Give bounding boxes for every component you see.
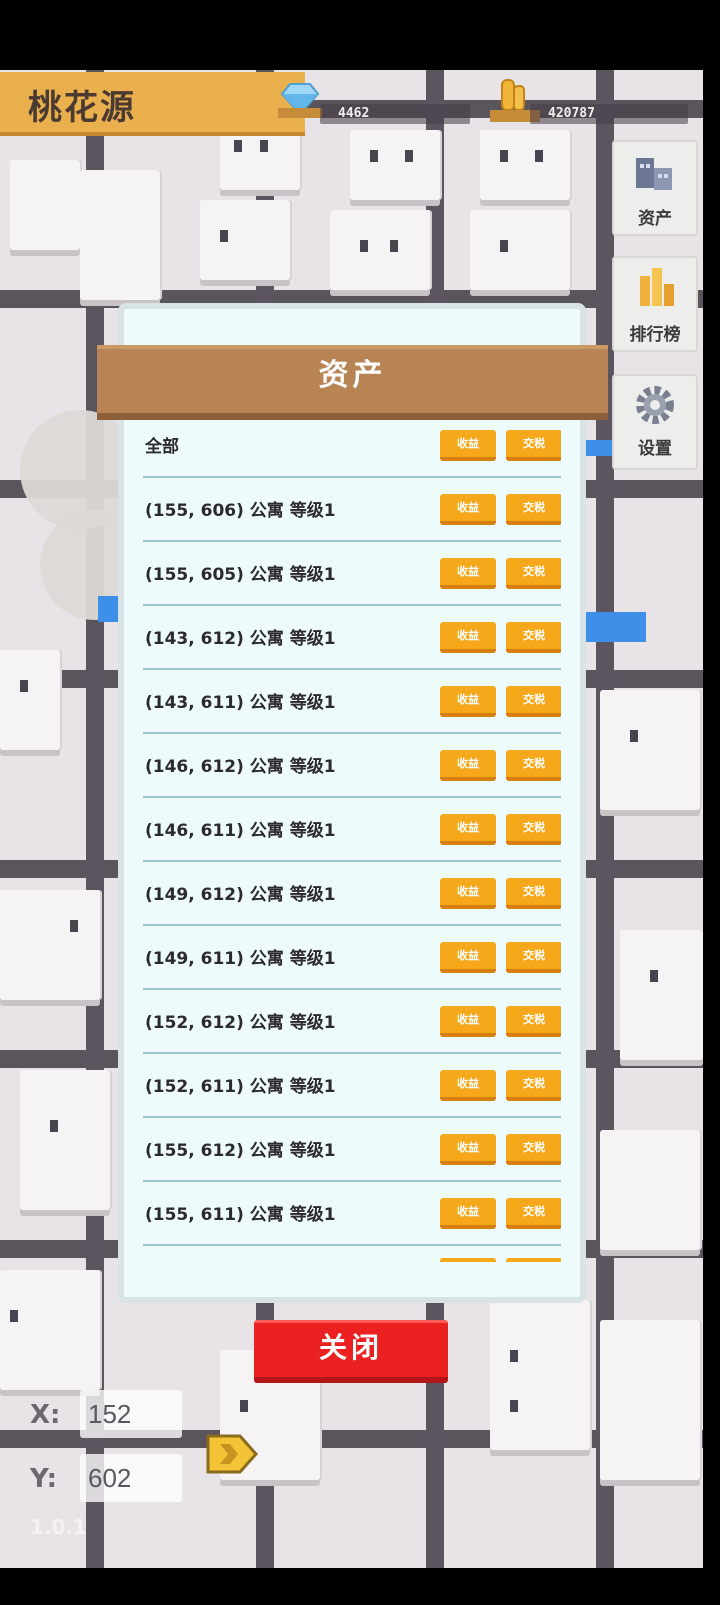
y-coordinate-input[interactable]: 602 bbox=[80, 1454, 182, 1502]
list-item: (155, 612) 公寓 等级1 收益 交税 bbox=[143, 1116, 561, 1182]
collect-income-button-partial[interactable] bbox=[440, 1258, 496, 1262]
list-item: (146, 612) 公寓 等级1 收益 交税 bbox=[143, 732, 561, 798]
rent-button[interactable]: 交税 bbox=[506, 1198, 561, 1229]
assets-list[interactable]: 全部 收益 交税 (155, 606) 公寓 等级1 收益 交税 (155, 6… bbox=[143, 412, 561, 1262]
go-arrow-icon[interactable] bbox=[206, 1434, 258, 1474]
list-item: (155, 606) 公寓 等级1 收益 交税 bbox=[143, 476, 561, 542]
row-name: (146, 611) 公寓 等级1 bbox=[145, 821, 336, 841]
building bbox=[80, 170, 160, 300]
assets-label: 资产 bbox=[638, 209, 672, 229]
y-label: Y: bbox=[30, 1464, 57, 1494]
close-button-label: 关闭 bbox=[318, 1331, 383, 1364]
collect-income-button[interactable]: 收益 bbox=[440, 1006, 496, 1037]
collect-income-button[interactable]: 收益 bbox=[440, 686, 496, 717]
rent-button[interactable]: 交税 bbox=[506, 1006, 561, 1037]
road-marker bbox=[98, 596, 118, 622]
rent-button[interactable]: 交税 bbox=[506, 942, 561, 973]
row-name: (146, 612) 公寓 等级1 bbox=[145, 757, 336, 777]
list-item: (149, 612) 公寓 等级1 收益 交税 bbox=[143, 860, 561, 926]
gold-count: 420787 bbox=[548, 106, 595, 121]
collect-income-button[interactable]: 收益 bbox=[440, 430, 496, 461]
status-bar bbox=[0, 0, 703, 70]
collect-income-button[interactable]: 收益 bbox=[440, 558, 496, 589]
collect-income-button[interactable]: 收益 bbox=[440, 1070, 496, 1101]
road-marker bbox=[586, 612, 646, 642]
list-item: (149, 611) 公寓 等级1 收益 交税 bbox=[143, 924, 561, 990]
version-label: 1.0.1 bbox=[30, 1515, 87, 1539]
list-item: (155, 605) 公寓 等级1 收益 交税 bbox=[143, 540, 561, 606]
rent-button[interactable]: 交税 bbox=[506, 750, 561, 781]
x-coordinate-input[interactable]: 152 bbox=[80, 1390, 182, 1438]
rent-button-partial[interactable] bbox=[506, 1258, 561, 1262]
rent-button[interactable]: 交税 bbox=[506, 622, 561, 653]
building bbox=[350, 130, 440, 200]
collect-income-button[interactable]: 收益 bbox=[440, 942, 496, 973]
ranking-button[interactable]: 排行榜 bbox=[612, 256, 698, 352]
rent-button[interactable]: 交税 bbox=[506, 494, 561, 525]
row-name: (149, 611) 公寓 等级1 bbox=[145, 949, 336, 969]
building bbox=[470, 210, 570, 290]
row-name: (143, 611) 公寓 等级1 bbox=[145, 693, 336, 713]
row-name: (155, 606) 公寓 等级1 bbox=[145, 501, 336, 521]
row-name: 全部 bbox=[145, 437, 179, 457]
panel-title: 资产 bbox=[318, 358, 387, 393]
rent-button[interactable]: 交税 bbox=[506, 430, 561, 461]
collect-income-button[interactable]: 收益 bbox=[440, 814, 496, 845]
collect-income-button[interactable]: 收益 bbox=[440, 1198, 496, 1229]
diamond-icon bbox=[278, 83, 322, 118]
rent-button[interactable]: 交税 bbox=[506, 814, 561, 845]
building bbox=[600, 690, 700, 810]
collect-income-button[interactable]: 收益 bbox=[440, 750, 496, 781]
row-name: (155, 605) 公寓 等级1 bbox=[145, 565, 336, 585]
building bbox=[0, 650, 60, 750]
trophy-icon bbox=[640, 268, 674, 306]
building bbox=[10, 160, 80, 250]
list-item: (146, 611) 公寓 等级1 收益 交税 bbox=[143, 796, 561, 862]
x-label: X: bbox=[30, 1400, 61, 1430]
building bbox=[600, 1130, 700, 1250]
collect-income-button[interactable]: 收益 bbox=[440, 878, 496, 909]
list-item: (152, 612) 公寓 等级1 收益 交税 bbox=[143, 988, 561, 1054]
rent-button[interactable]: 交税 bbox=[506, 878, 561, 909]
building bbox=[20, 1070, 110, 1210]
assets-button[interactable]: 资产 bbox=[612, 140, 698, 236]
rent-button[interactable]: 交税 bbox=[506, 686, 561, 717]
building bbox=[600, 1320, 700, 1480]
building bbox=[480, 130, 570, 200]
building bbox=[0, 1270, 100, 1390]
list-item: (152, 611) 公寓 等级1 收益 交税 bbox=[143, 1052, 561, 1118]
rent-button[interactable]: 交税 bbox=[506, 1134, 561, 1165]
rent-button[interactable]: 交税 bbox=[506, 1070, 561, 1101]
collect-income-button[interactable]: 收益 bbox=[440, 622, 496, 653]
list-item-partial bbox=[143, 1244, 561, 1262]
building bbox=[620, 930, 703, 1060]
list-item: (155, 611) 公寓 等级1 收益 交税 bbox=[143, 1180, 561, 1246]
collect-income-button[interactable]: 收益 bbox=[440, 1134, 496, 1165]
row-name: (155, 611) 公寓 等级1 bbox=[145, 1205, 336, 1225]
list-item: (143, 612) 公寓 等级1 收益 交税 bbox=[143, 604, 561, 670]
ranking-label: 排行榜 bbox=[629, 325, 681, 345]
row-name: (152, 612) 公寓 等级1 bbox=[145, 1013, 336, 1033]
building bbox=[330, 210, 430, 290]
building bbox=[0, 890, 100, 1000]
buildings-icon bbox=[636, 158, 672, 190]
rent-button[interactable]: 交税 bbox=[506, 558, 561, 589]
town-name: 桃花源 bbox=[28, 88, 136, 128]
row-name: (143, 612) 公寓 等级1 bbox=[145, 629, 336, 649]
row-name: (152, 611) 公寓 等级1 bbox=[145, 1077, 336, 1097]
list-item: (143, 611) 公寓 等级1 收益 交税 bbox=[143, 668, 561, 734]
row-name: (155, 612) 公寓 等级1 bbox=[145, 1141, 336, 1161]
collect-income-button[interactable]: 收益 bbox=[440, 494, 496, 525]
building bbox=[200, 200, 290, 280]
diamond-count: 4462 bbox=[338, 106, 370, 121]
settings-button[interactable]: 设置 bbox=[612, 374, 698, 470]
building bbox=[490, 1300, 590, 1450]
row-name: (149, 612) 公寓 等级1 bbox=[145, 885, 336, 905]
list-item-all: 全部 收益 交税 bbox=[143, 412, 561, 478]
settings-label: 设置 bbox=[638, 439, 672, 459]
gear-icon bbox=[636, 386, 674, 424]
